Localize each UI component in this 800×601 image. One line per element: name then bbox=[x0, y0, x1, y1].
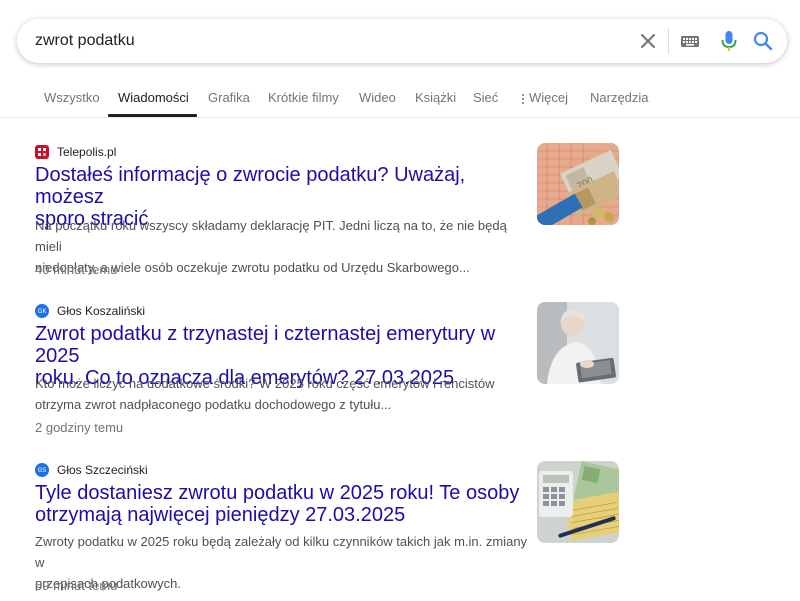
glos-szczecinski-logo-icon: GS bbox=[35, 463, 49, 477]
snippet-line-1: Na początku roku wszyscy składamy deklar… bbox=[35, 218, 507, 254]
telepolis-logo-icon bbox=[35, 145, 49, 159]
elderly-woman-with-calculator-thumbnail[interactable] bbox=[537, 302, 619, 384]
search-button[interactable] bbox=[752, 30, 774, 52]
title-line-1: Tyle dostaniesz zwrotu podatku w 2025 ro… bbox=[35, 482, 520, 504]
search-input[interactable] bbox=[35, 31, 595, 51]
result-title-link[interactable]: Tyle dostaniesz zwrotu podatku w 2025 ro… bbox=[35, 482, 523, 526]
title-line-1: Zwrot podatku z trzynastej i czternastej… bbox=[35, 323, 496, 367]
close-icon bbox=[641, 34, 655, 48]
voice-search-button[interactable] bbox=[719, 29, 739, 53]
tab-siec[interactable]: Sieć bbox=[473, 90, 498, 105]
clear-search-button[interactable] bbox=[637, 30, 659, 52]
result-source[interactable]: GS Głos Szczeciński bbox=[35, 461, 148, 479]
search-icon bbox=[753, 31, 773, 51]
snippet-line-1: Zwroty podatku w 2025 roku będą zależały… bbox=[35, 534, 528, 570]
source-name: Telepolis.pl bbox=[57, 145, 117, 159]
favicon-text: GS bbox=[37, 466, 47, 474]
tab-grafika[interactable]: Grafika bbox=[208, 90, 250, 105]
more-vert-icon bbox=[522, 92, 524, 106]
source-name: Głos Szczeciński bbox=[57, 463, 148, 477]
search-bar-divider bbox=[668, 28, 669, 54]
snippet-line-1: Kto może liczyć na dodatkowe środki? W 2… bbox=[35, 376, 495, 391]
tab-krotkie-filmy[interactable]: Krótkie filmy bbox=[268, 90, 339, 105]
news-result: GS Głos Szczeciński Tyle dostaniesz zwro… bbox=[35, 461, 625, 601]
keyboard-icon bbox=[681, 36, 699, 47]
result-snippet: Kto może liczyć na dodatkowe środki? W 2… bbox=[35, 373, 530, 415]
tools-button[interactable]: Narzędzia bbox=[590, 90, 649, 105]
news-result: GK Głos Koszaliński Zwrot podatku z trzy… bbox=[35, 302, 625, 442]
calculator-and-tax-forms-thumbnail[interactable] bbox=[537, 461, 619, 543]
title-line-1: Dostałeś informację o zwrocie podatku? U… bbox=[35, 164, 466, 208]
microphone-icon bbox=[721, 31, 737, 51]
result-time: 40 minut temu bbox=[35, 262, 118, 277]
favicon-text: GK bbox=[37, 307, 47, 315]
title-line-2: otrzymają najwięcej pieniędzy 27.03.2025 bbox=[35, 504, 406, 526]
tab-wideo[interactable]: Wideo bbox=[359, 90, 396, 105]
tab-ksiazki[interactable]: Książki bbox=[415, 90, 456, 105]
result-time: 59 minut temu bbox=[35, 578, 118, 593]
tabs-divider bbox=[0, 117, 800, 118]
banknotes-and-tax-form-thumbnail[interactable]: 200 bbox=[537, 143, 619, 225]
result-source[interactable]: Telepolis.pl bbox=[35, 143, 116, 161]
source-name: Głos Koszaliński bbox=[57, 304, 146, 318]
tab-wszystko[interactable]: Wszystko bbox=[44, 90, 100, 105]
search-tabs: Wszystko Wiadomości Grafika Krótkie film… bbox=[0, 80, 800, 118]
tab-wiadomosci[interactable]: Wiadomości bbox=[118, 90, 189, 105]
result-time: 2 godziny temu bbox=[35, 420, 124, 435]
news-result: Telepolis.pl Dostałeś informację o zwroc… bbox=[35, 143, 625, 283]
glos-koszalinski-logo-icon: GK bbox=[35, 304, 49, 318]
more-label: Więcej bbox=[529, 90, 569, 105]
snippet-line-2: otrzyma zwrot nadpłaconego podatku docho… bbox=[35, 397, 392, 412]
result-source[interactable]: GK Głos Koszaliński bbox=[35, 302, 145, 320]
search-bar bbox=[17, 19, 787, 63]
more-tabs-button[interactable]: Więcej bbox=[522, 90, 568, 106]
keyboard-button[interactable] bbox=[680, 32, 700, 50]
